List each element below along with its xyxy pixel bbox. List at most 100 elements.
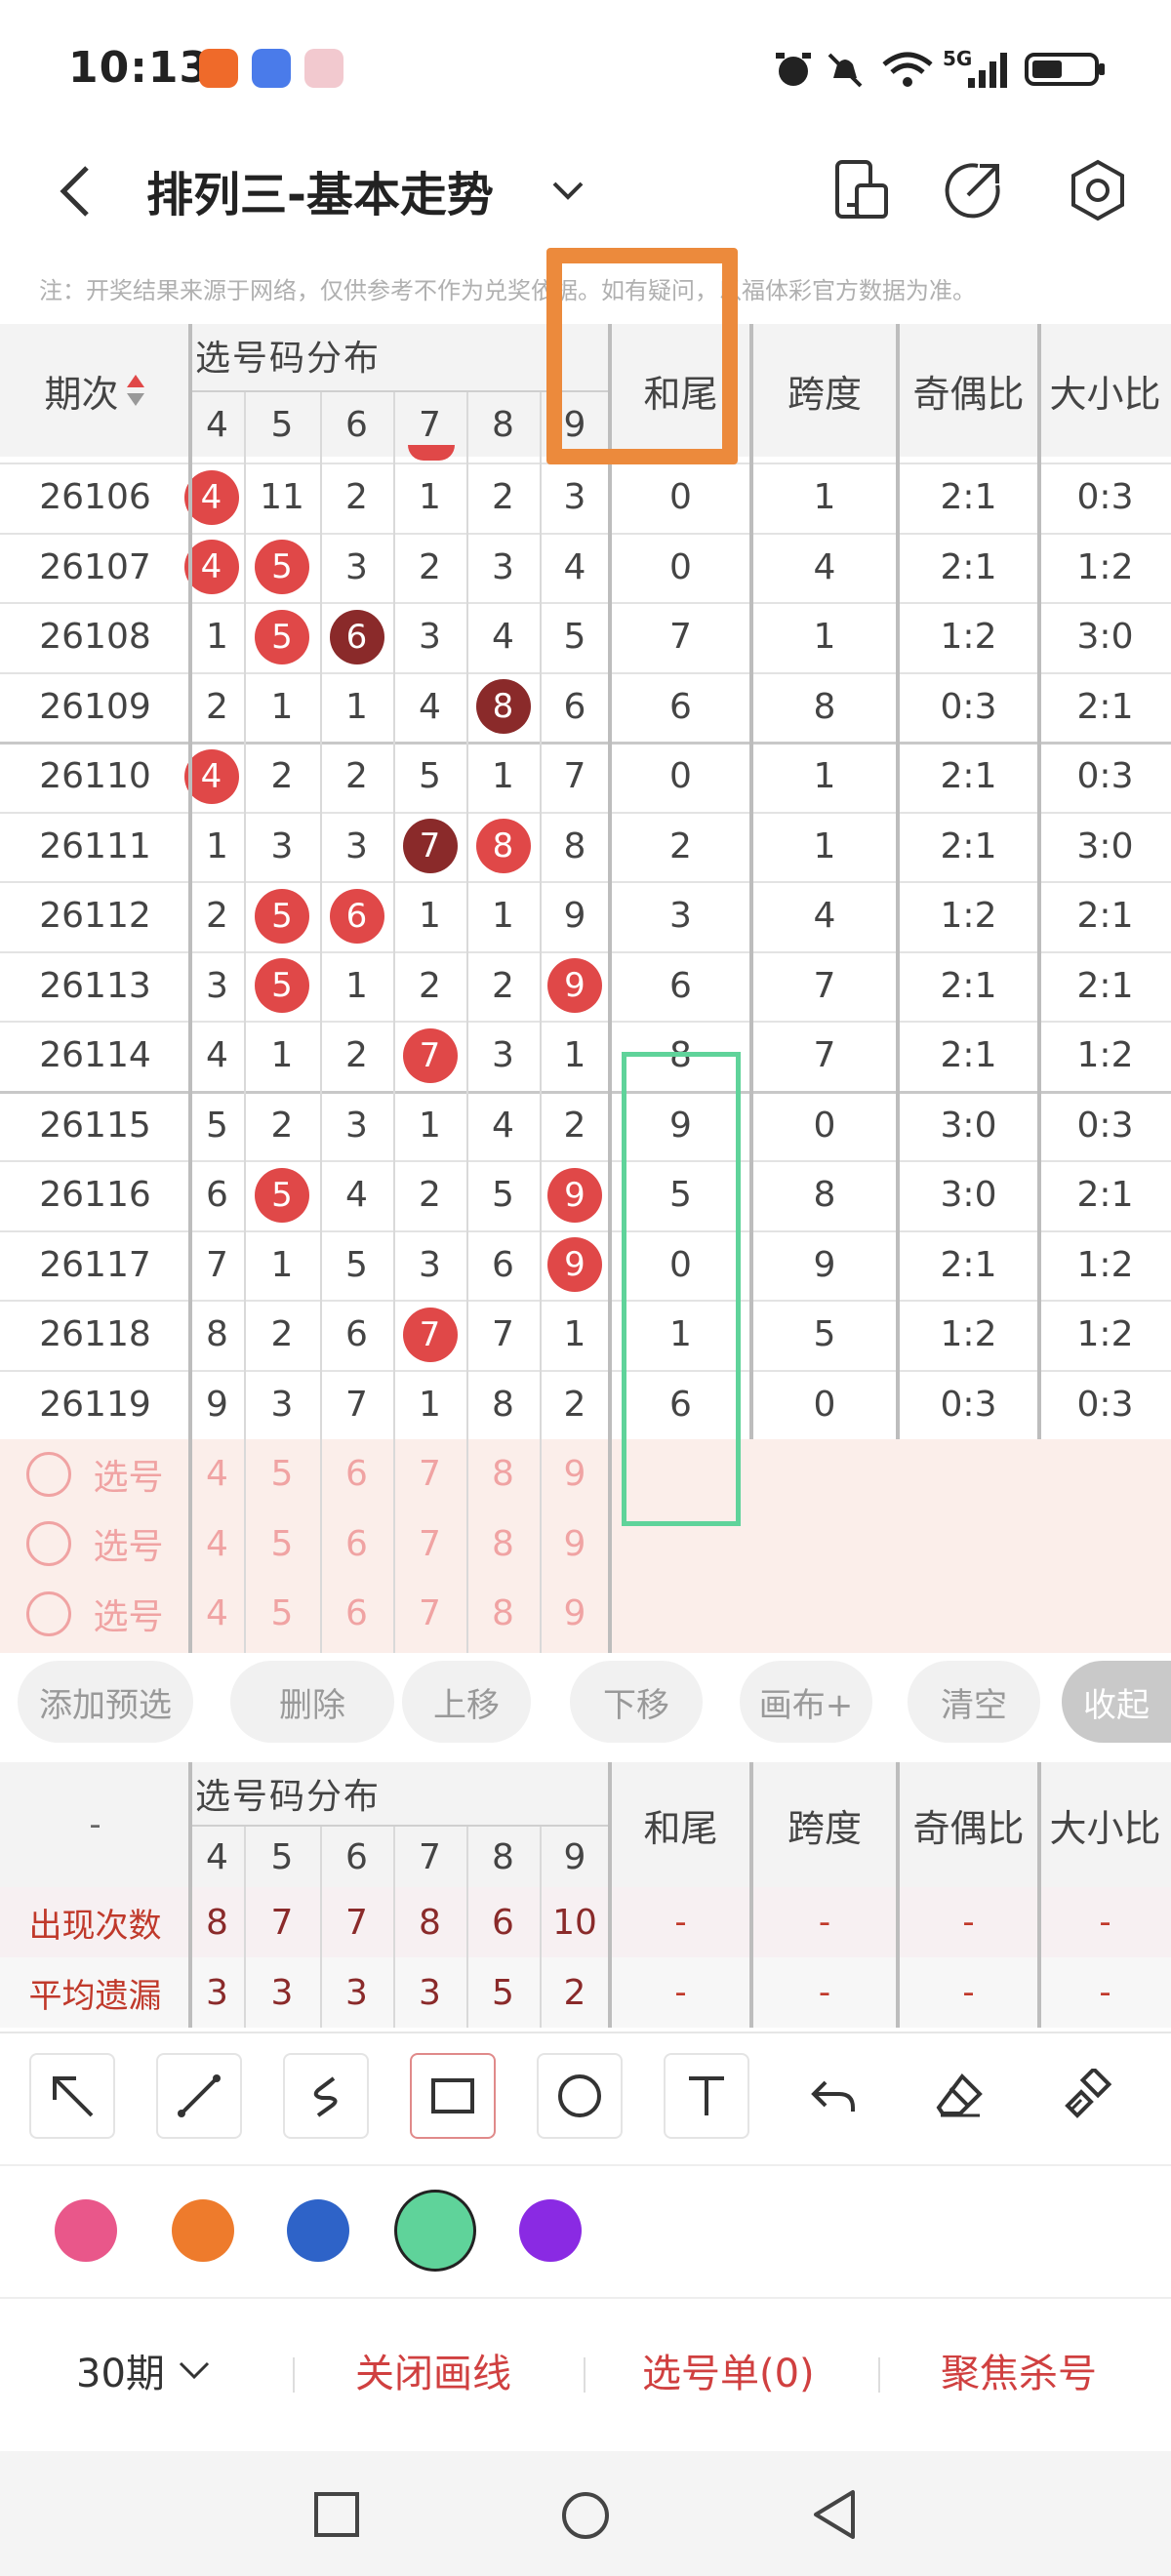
drawn-rectangle-green[interactable] [622,1052,741,1526]
chevron-down-icon[interactable] [546,168,589,211]
issue-column-header[interactable]: 期次 [0,324,190,457]
share-icon[interactable] [939,156,1007,224]
miss-count: 7 [206,1244,228,1285]
pick-digit[interactable]: 5 [244,1509,320,1580]
miss-count: 2 [206,686,228,727]
pick-digit[interactable]: 9 [540,1509,610,1580]
settings-icon[interactable] [1064,156,1132,224]
color-swatch[interactable] [287,2199,349,2262]
big-small-cell: 0:3 [1076,756,1134,797]
back-arrow-icon[interactable] [54,162,102,221]
color-swatch[interactable] [519,2199,582,2262]
clear-brush-tool-icon[interactable] [1044,2053,1130,2139]
pick-digit[interactable]: 8 [466,1439,540,1509]
pick-digit[interactable]: 7 [393,1579,466,1649]
device-switch-icon[interactable] [828,156,896,224]
action-button-4[interactable]: 画布+ [740,1661,872,1743]
focus-kill-button[interactable]: 聚焦杀号 [941,2342,1097,2398]
pick-digit[interactable]: 6 [320,1579,393,1649]
table-row[interactable]: 26109 2 1 1 4 8 6 6 8 0:3 2:1 [0,671,1171,743]
action-button-5[interactable]: 清空 [908,1661,1040,1743]
big-small-cell: 1:2 [1076,1314,1134,1355]
radio-circle-icon[interactable] [26,1451,72,1497]
stats-dash-cell: - [674,1973,687,2012]
table-row[interactable]: 26119 9 3 7 1 8 2 6 0 0:3 0:3 [0,1369,1171,1440]
action-button-1[interactable]: 删除 [230,1661,394,1743]
pick-digit[interactable]: 9 [540,1439,610,1509]
table-row[interactable]: 26110 4 2 2 5 1 7 0 1 2:1 0:3 [0,742,1171,812]
pick-digit[interactable]: 5 [244,1579,320,1649]
action-button-0[interactable]: 添加预选 [18,1661,193,1743]
color-swatch[interactable] [55,2199,117,2262]
pick-row[interactable]: 选号 4 5 6 7 8 9 [0,1579,1171,1649]
issue-number: 26115 [39,1105,151,1146]
pick-digit[interactable]: 6 [320,1439,393,1509]
pick-digit[interactable]: 4 [190,1509,244,1580]
stats-digit-header: 9 [563,1836,586,1877]
pick-row[interactable]: 选号 4 5 6 7 8 9 [0,1509,1171,1580]
pick-digit[interactable]: 4 [190,1579,244,1649]
action-button-6[interactable]: 收起 [1062,1661,1171,1743]
close-draw-button[interactable]: 关闭画线 [355,2342,511,2398]
circle-tool-icon[interactable] [537,2053,623,2139]
pick-digit[interactable]: 7 [393,1439,466,1509]
issue-number: 26110 [39,756,151,797]
table-row[interactable]: 26115 5 2 3 1 4 2 9 0 3:0 0:3 [0,1090,1171,1161]
home-icon[interactable] [560,2490,611,2541]
hit-ball: 5 [255,1167,309,1223]
column-header-2[interactable]: 奇偶比 [898,324,1039,457]
line-tool-icon[interactable] [156,2053,242,2139]
color-swatch[interactable] [394,2190,476,2272]
stats-dash-cell: - [1099,1903,1111,1942]
pick-digit[interactable]: 4 [190,1439,244,1509]
span-cell: 1 [813,825,836,866]
text-tool-icon[interactable] [664,2053,749,2139]
column-header-1[interactable]: 跨度 [751,324,898,457]
miss-count: 5 [492,1175,514,1216]
arrow-tool-icon[interactable] [29,2053,115,2139]
table-row[interactable]: 26107 4 5 3 2 3 4 0 4 2:1 1:2 [0,532,1171,603]
action-button-3[interactable]: 下移 [570,1661,703,1743]
radio-circle-icon[interactable] [26,1590,72,1636]
table-row[interactable]: 26108 1 5 6 3 4 5 7 1 1:2 3:0 [0,602,1171,672]
pick-digit[interactable]: 8 [466,1509,540,1580]
recents-icon[interactable] [312,2490,361,2539]
column-header-3[interactable]: 大小比 [1039,324,1171,457]
back-icon[interactable] [810,2488,859,2541]
pick-digit[interactable]: 7 [393,1509,466,1580]
period-selector[interactable]: 30期 [76,2342,214,2398]
radio-circle-icon[interactable] [26,1521,72,1567]
table-row[interactable]: 26113 3 5 1 2 2 9 6 7 2:1 2:1 [0,950,1171,1022]
table-row[interactable]: 26114 4 1 2 7 3 1 8 7 2:1 1:2 [0,1021,1171,1091]
pick-digit[interactable]: 8 [466,1579,540,1649]
color-swatch[interactable] [172,2199,234,2262]
pick-select[interactable]: 选号 [0,1439,190,1509]
stats-digit-header: 6 [345,1836,368,1877]
column-divider [1037,1762,1041,2028]
sort-icon[interactable] [125,371,146,410]
column-divider [244,1827,246,2028]
table-row[interactable]: 26118 8 2 6 7 7 1 1 5 1:2 1:2 [0,1300,1171,1370]
pick-digit[interactable]: 5 [244,1439,320,1509]
sum-tail-cell: 0 [669,546,692,587]
big-small-cell: 0:3 [1076,477,1134,518]
pick-select[interactable]: 选号 [0,1579,190,1649]
undo-tool-icon[interactable] [790,2053,876,2139]
pick-list-button[interactable]: 选号单(0) [642,2342,815,2398]
table-row[interactable]: 26117 7 1 5 3 6 9 0 9 2:1 1:2 [0,1229,1171,1301]
pick-row[interactable]: 选号 4 5 6 7 8 9 [0,1439,1171,1509]
pick-digit[interactable]: 9 [540,1579,610,1649]
stats-value: 10 [552,1902,597,1943]
table-row[interactable]: 26116 6 5 4 2 5 9 5 8 3:0 2:1 [0,1160,1171,1230]
freehand-tool-icon[interactable] [283,2053,369,2139]
drawn-rectangle-orange[interactable] [546,248,738,464]
eraser-tool-icon[interactable] [917,2053,1003,2139]
pick-digit[interactable]: 6 [320,1509,393,1580]
action-button-2[interactable]: 上移 [402,1661,531,1743]
pick-select[interactable]: 选号 [0,1509,190,1580]
table-row[interactable]: 26111 1 3 3 7 8 8 2 1 2:1 3:0 [0,811,1171,882]
page-title[interactable]: 排列三-基本走势 [146,156,494,224]
rectangle-tool-icon[interactable] [410,2053,496,2139]
table-row[interactable]: 26106 4 11 2 1 2 3 0 1 2:1 0:3 [0,463,1171,533]
table-row[interactable]: 26112 2 5 6 1 1 9 3 4 1:2 2:1 [0,881,1171,951]
